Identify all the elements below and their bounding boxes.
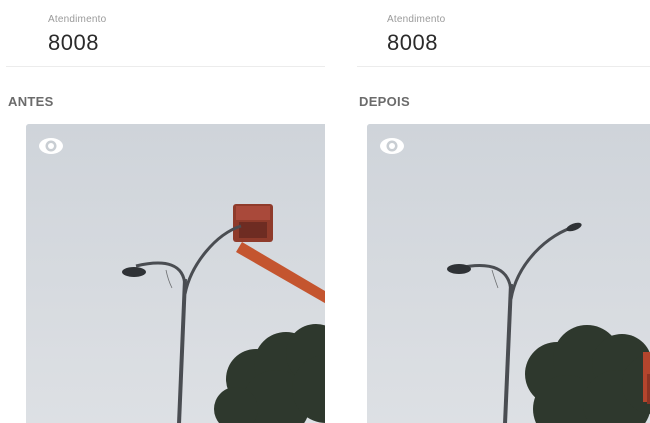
attendance-label: Atendimento <box>48 14 107 25</box>
before-photo[interactable] <box>26 124 325 423</box>
attendance-header: Atendimento 8008 <box>6 0 325 67</box>
attendance-number: 8008 <box>48 30 99 55</box>
after-photo[interactable] <box>367 124 650 423</box>
attendance-label: Atendimento <box>387 14 446 25</box>
attendance-number: 8008 <box>387 30 438 55</box>
section-title-after: DEPOIS <box>359 94 410 109</box>
eye-icon <box>39 138 63 154</box>
view-photo-icon[interactable] <box>379 136 405 156</box>
view-photo-icon[interactable] <box>38 136 64 156</box>
eye-icon <box>380 138 404 154</box>
after-photo-image <box>367 124 650 423</box>
before-panel: Atendimento 8008 ANTES <box>0 0 325 423</box>
attendance-header: Atendimento 8008 <box>357 0 650 67</box>
section-title-before: ANTES <box>8 94 54 109</box>
before-photo-image <box>26 124 325 423</box>
after-panel: Atendimento 8008 DEPOIS <box>339 0 650 423</box>
